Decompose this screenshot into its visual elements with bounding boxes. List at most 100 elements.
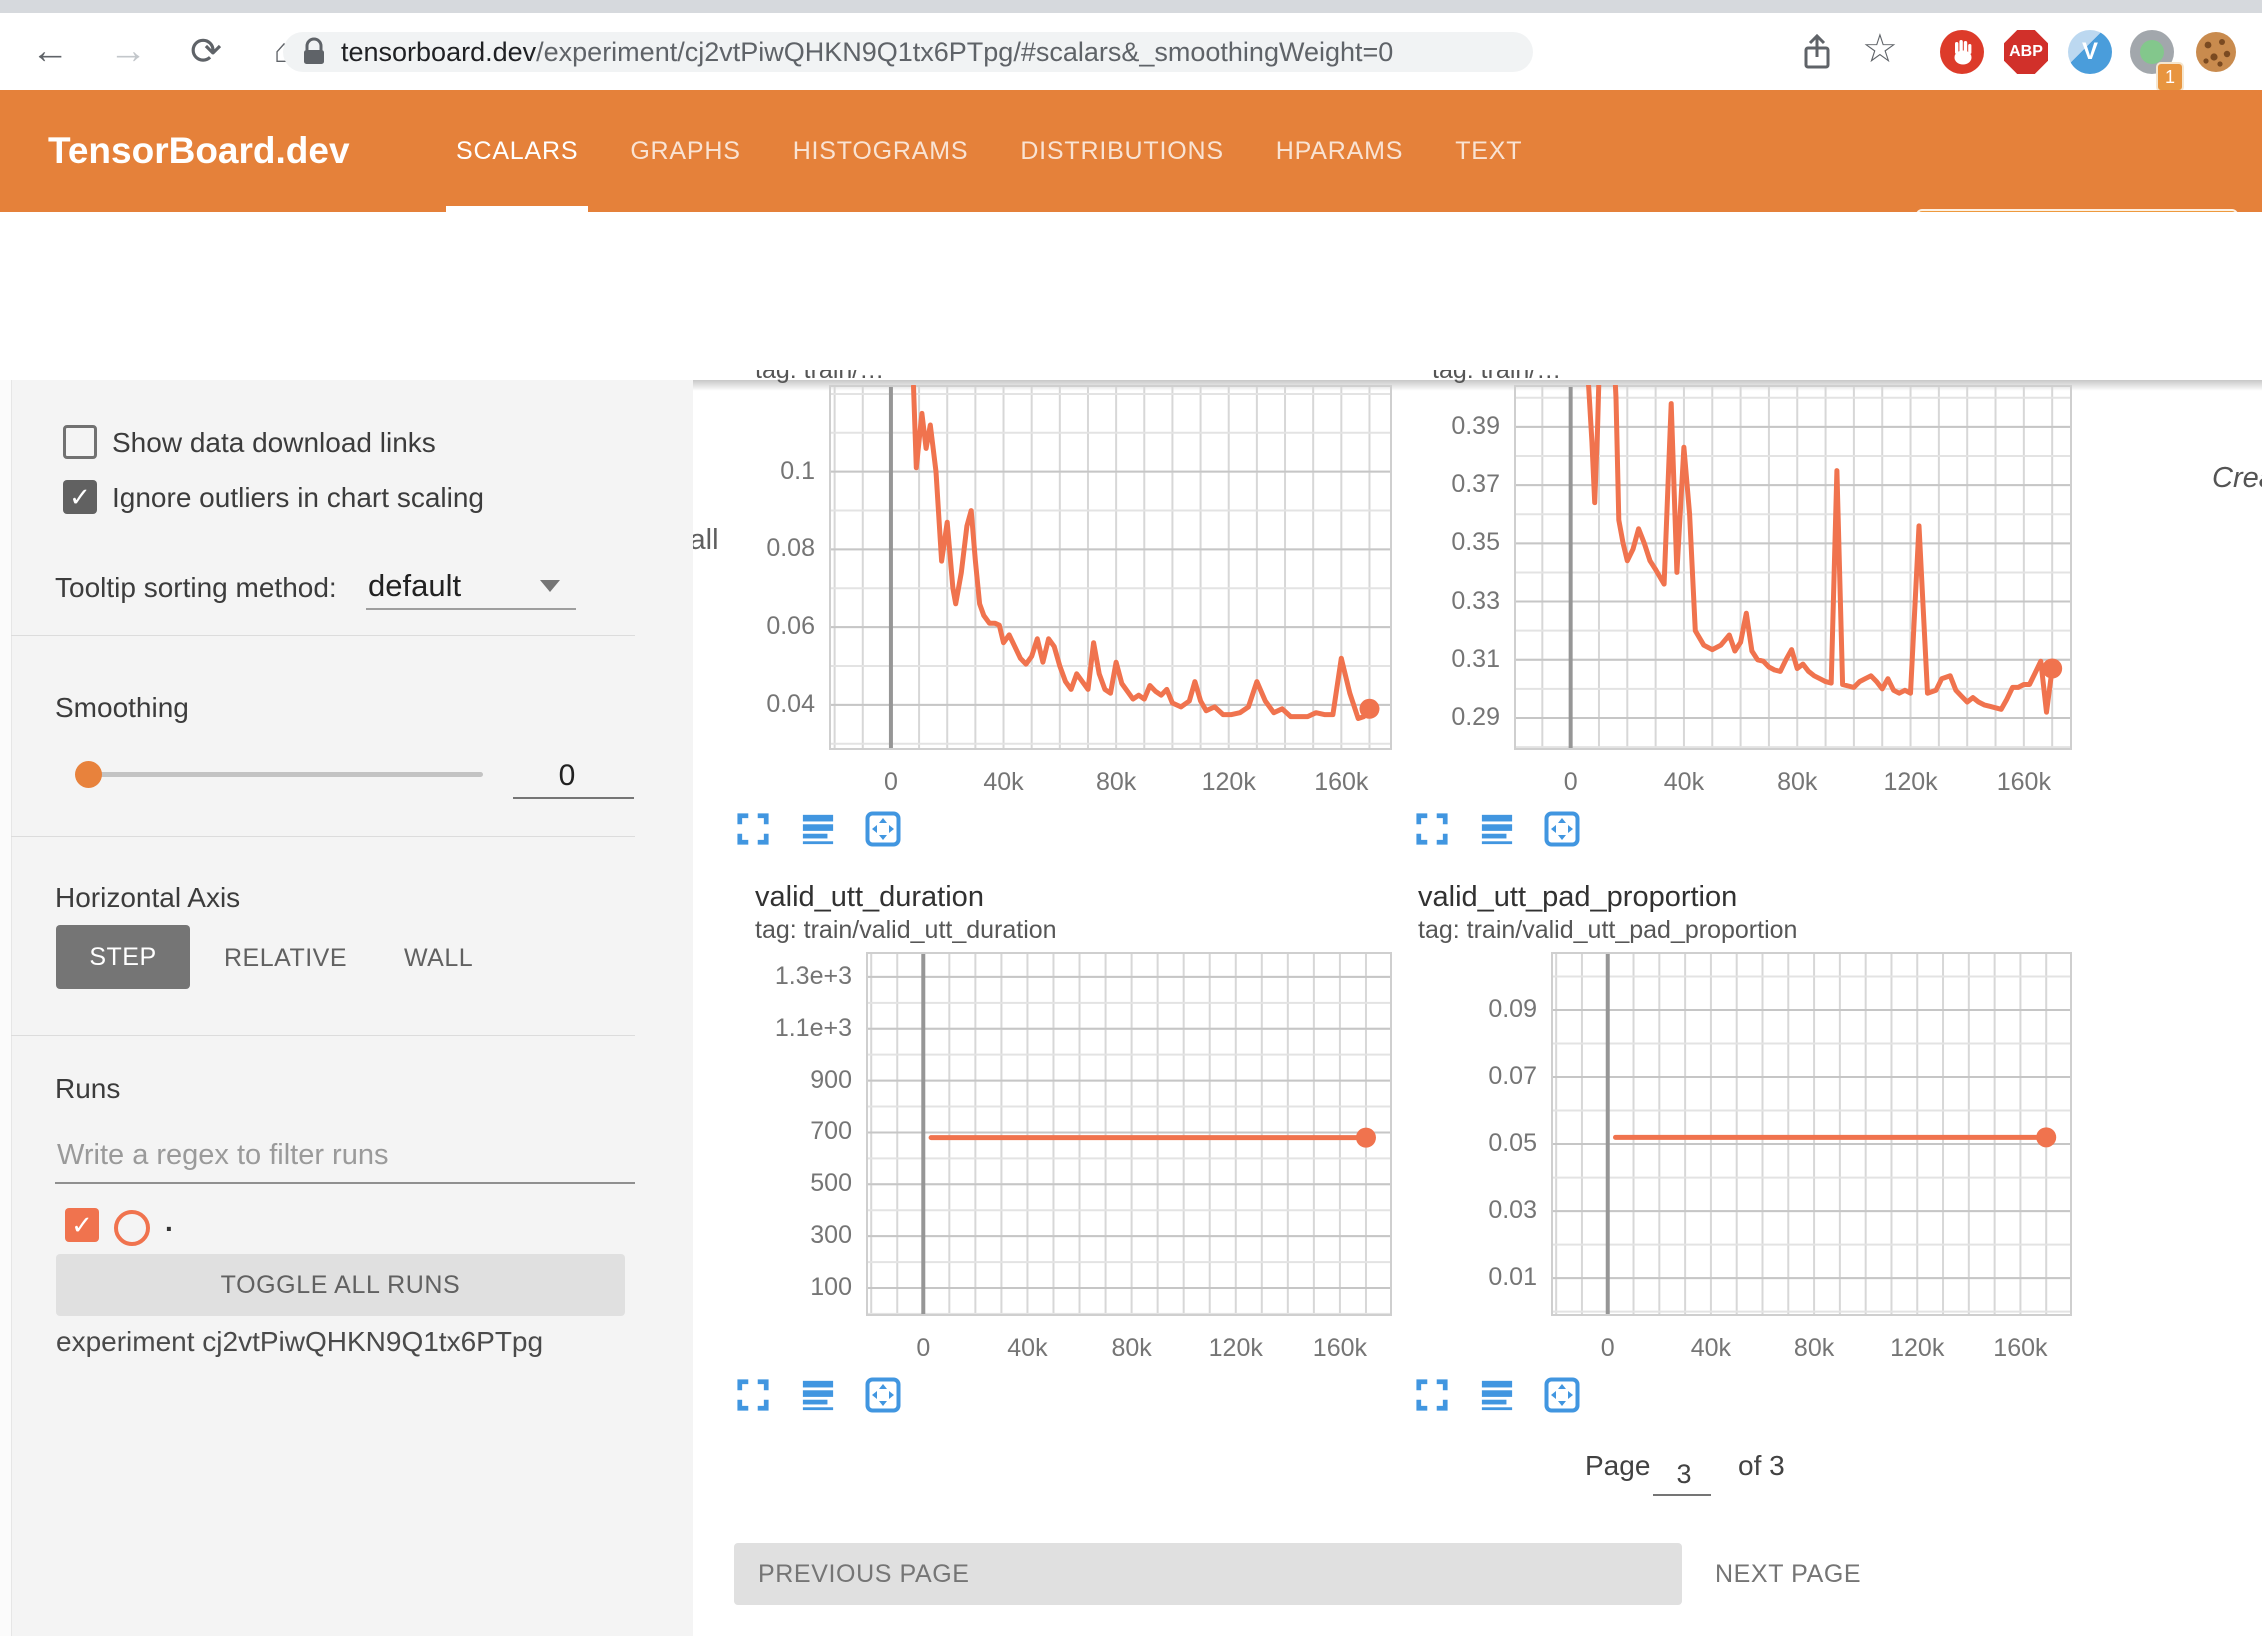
- x-tick-label: 160k: [1290, 1334, 1390, 1363]
- y-tick-label: 100: [746, 1273, 852, 1302]
- runs-label: Runs: [55, 1073, 120, 1105]
- fit-domain-icon[interactable]: [865, 1377, 901, 1413]
- x-tick-label: 160k: [1974, 768, 2074, 797]
- x-tick-label: 0: [841, 768, 941, 797]
- y-tick-label: 0.1: [709, 457, 815, 486]
- sidebar-scrollbar-track[interactable]: [0, 380, 12, 1636]
- fit-domain-icon[interactable]: [1544, 811, 1580, 847]
- y-tick-label: 900: [746, 1066, 852, 1095]
- page-of-label: of 3: [1738, 1450, 1785, 1482]
- chart-plot-top-left[interactable]: 040k80k120k160k0.040.060.080.1: [829, 385, 1392, 750]
- blocker-extension-icon[interactable]: [1940, 30, 1984, 74]
- tab-hparams[interactable]: HPARAMS: [1276, 90, 1403, 212]
- data-table-icon[interactable]: [800, 811, 836, 847]
- browser-tab-strip: [0, 0, 2262, 13]
- settings-sidebar: [0, 380, 693, 1636]
- axis-relative-button[interactable]: RELATIVE: [224, 944, 347, 973]
- run-checkbox[interactable]: ✓: [65, 1208, 99, 1242]
- browser-toolbar: ← → ⟳ ⌂ tensorboard.dev/experiment/cj2vt…: [0, 13, 2262, 90]
- axis-step-button[interactable]: STEP: [56, 925, 190, 989]
- tab-scalars[interactable]: SCALARS: [456, 90, 578, 212]
- chevron-down-icon[interactable]: [540, 580, 560, 592]
- previous-page-button[interactable]: PREVIOUS PAGE: [734, 1543, 1682, 1605]
- fullscreen-icon[interactable]: [735, 1377, 771, 1413]
- main-nav: SCALARS GRAPHS HISTOGRAMS DISTRIBUTIONS …: [456, 90, 1522, 212]
- y-tick-label: 1.3e+3: [746, 962, 852, 991]
- tab-distributions[interactable]: DISTRIBUTIONS: [1020, 90, 1223, 212]
- y-tick-label: 0.01: [1431, 1263, 1537, 1292]
- x-tick-label: 0: [1521, 768, 1621, 797]
- smoothing-value-underline: [513, 797, 634, 799]
- axis-wall-button[interactable]: WALL: [404, 944, 473, 973]
- y-tick-label: 0.05: [1431, 1129, 1537, 1158]
- fit-domain-icon[interactable]: [865, 811, 901, 847]
- smoothing-value-input[interactable]: [505, 758, 629, 794]
- x-tick-label: 80k: [1764, 1334, 1864, 1363]
- x-tick-label: 120k: [1867, 1334, 1967, 1363]
- x-tick-label: 160k: [1291, 768, 1391, 797]
- tab-text[interactable]: TEXT: [1455, 90, 1522, 212]
- chart-toolbar: [735, 1377, 901, 1413]
- v-extension-icon[interactable]: V: [2068, 30, 2112, 74]
- experiment-id-label: experiment cj2vtPiwQHKN9Q1tx6PTpg: [56, 1326, 543, 1358]
- chart-tag-clipped: tag: train/…: [1432, 370, 1852, 383]
- x-tick-label: 80k: [1066, 768, 1166, 797]
- tab-histograms[interactable]: HISTOGRAMS: [793, 90, 969, 212]
- run-color-swatch[interactable]: [114, 1210, 150, 1246]
- y-tick-label: 0.37: [1394, 470, 1500, 499]
- app-logo: TensorBoard.dev: [48, 90, 350, 212]
- runs-regex-input[interactable]: [55, 1138, 619, 1173]
- url-text: tensorboard.dev/experiment/cj2vtPiwQHKN9…: [341, 37, 1393, 68]
- url-bar[interactable]: tensorboard.dev/experiment/cj2vtPiwQHKN9…: [283, 32, 1533, 72]
- notification-badge: 1: [2156, 62, 2184, 92]
- chart-plot-top-right[interactable]: 040k80k120k160k0.290.310.330.350.370.39: [1514, 385, 2072, 750]
- page-number-input[interactable]: [1653, 1458, 1715, 1491]
- data-table-icon[interactable]: [1479, 811, 1515, 847]
- show-download-links-checkbox[interactable]: [63, 425, 97, 459]
- forward-button[interactable]: →: [100, 13, 156, 90]
- app-header: TensorBoard.dev SCALARS GRAPHS HISTOGRAM…: [0, 90, 2262, 212]
- fullscreen-icon[interactable]: [1414, 811, 1450, 847]
- abp-extension-icon[interactable]: ABP: [2004, 30, 2048, 74]
- fullscreen-icon[interactable]: [1414, 1377, 1450, 1413]
- horizontal-axis-label: Horizontal Axis: [55, 882, 240, 914]
- tooltip-sort-select[interactable]: default: [368, 568, 461, 604]
- data-table-icon[interactable]: [800, 1377, 836, 1413]
- share-icon[interactable]: [1800, 33, 1834, 78]
- tab-graphs[interactable]: GRAPHS: [630, 90, 740, 212]
- x-tick-label: 120k: [1186, 1334, 1286, 1363]
- chart-tag-clipped: tag: train/…: [755, 370, 1175, 383]
- fit-domain-icon[interactable]: [1544, 1377, 1580, 1413]
- ignore-outliers-label: Ignore outliers in chart scaling: [112, 482, 484, 514]
- fullscreen-icon[interactable]: [735, 811, 771, 847]
- chart-plot-valid-utt-pad-proportion[interactable]: 040k80k120k160k0.010.030.050.070.09: [1551, 952, 2072, 1316]
- back-button[interactable]: ←: [22, 13, 78, 90]
- y-tick-label: 300: [746, 1221, 852, 1250]
- reload-button[interactable]: ⟳: [178, 13, 234, 90]
- chart-tag: tag: train/valid_utt_pad_proportion: [1418, 916, 1797, 945]
- data-table-icon[interactable]: [1479, 1377, 1515, 1413]
- profile-avatar[interactable]: 1: [2130, 30, 2174, 74]
- bookmark-star-icon[interactable]: ☆: [1862, 26, 1898, 72]
- divider: [11, 635, 635, 636]
- y-tick-label: 0.31: [1394, 645, 1500, 674]
- chart-title: valid_utt_pad_proportion: [1418, 881, 1737, 914]
- ignore-outliers-checkbox[interactable]: ✓: [63, 480, 97, 514]
- chart-toolbar: [735, 811, 901, 847]
- smoothing-slider-track[interactable]: [88, 772, 483, 777]
- cookie-extension-icon[interactable]: [2194, 30, 2238, 74]
- tooltip-sort-underline: [366, 608, 576, 610]
- x-tick-label: 120k: [1179, 768, 1279, 797]
- y-tick-label: 0.07: [1431, 1062, 1537, 1091]
- x-tick-label: 80k: [1747, 768, 1847, 797]
- toggle-all-runs-button[interactable]: TOGGLE ALL RUNS: [56, 1254, 625, 1316]
- smoothing-slider-handle[interactable]: [75, 761, 102, 788]
- chart-tag: tag: train/valid_utt_duration: [755, 916, 1057, 945]
- chart-plot-valid-utt-duration[interactable]: 040k80k120k160k1003005007009001.1e+31.3e…: [866, 952, 1392, 1316]
- show-download-links-label: Show data download links: [112, 427, 436, 459]
- divider: [11, 1035, 635, 1036]
- subheader: LSTM transducer training for LibriSpeech…: [0, 212, 2262, 380]
- next-page-button[interactable]: NEXT PAGE: [1715, 1543, 1861, 1605]
- x-tick-label: 40k: [977, 1334, 1077, 1363]
- tooltip-sort-label: Tooltip sorting method:: [55, 572, 337, 604]
